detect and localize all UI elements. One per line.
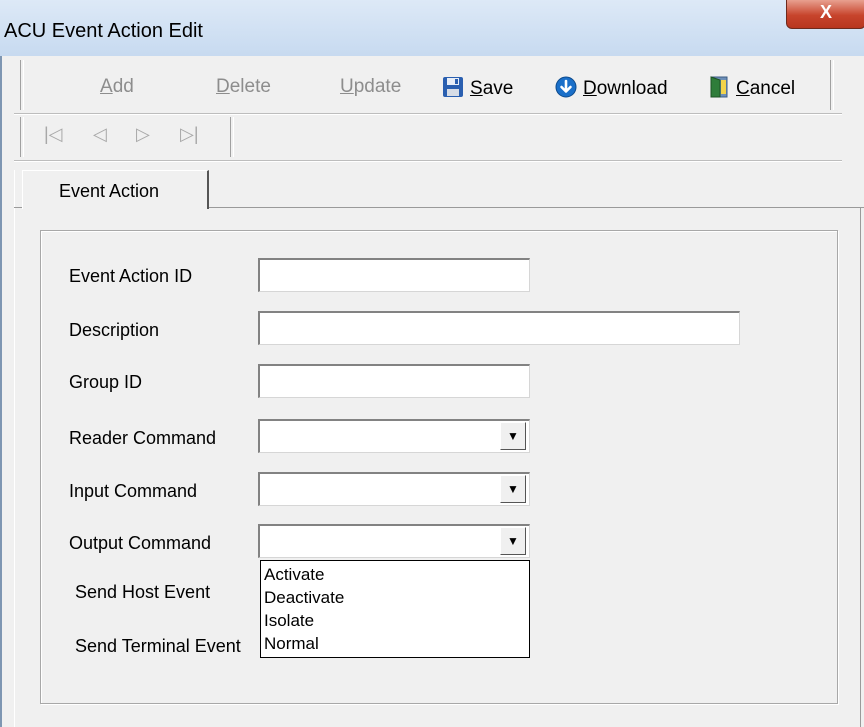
group-id-input[interactable] bbox=[258, 364, 530, 398]
toolbar-divider bbox=[14, 113, 842, 115]
event-action-id-input[interactable] bbox=[258, 258, 530, 292]
tab-event-action-label: Event Action bbox=[59, 181, 160, 201]
panel-right-edge bbox=[860, 207, 863, 727]
description-input[interactable] bbox=[258, 311, 740, 345]
nav-divider bbox=[14, 160, 842, 162]
dropdown-option-deactivate[interactable]: Deactivate bbox=[264, 588, 344, 608]
last-record-button[interactable]: ▷| bbox=[180, 124, 199, 145]
reader-command-label: Reader Command bbox=[69, 428, 217, 448]
input-command-dropdown-button[interactable]: ▼ bbox=[500, 475, 526, 503]
close-icon: X bbox=[819, 2, 832, 22]
reader-command-select[interactable] bbox=[258, 419, 530, 453]
chevron-down-icon: ▼ bbox=[507, 429, 519, 443]
tab-event-action[interactable]: Event Action bbox=[22, 170, 209, 209]
toolbar-separator bbox=[830, 60, 834, 110]
chevron-down-icon: ▼ bbox=[507, 534, 519, 548]
toolbar-grip bbox=[20, 60, 24, 110]
window-title: ACU Event Action Edit bbox=[4, 20, 203, 42]
nav-separator bbox=[230, 117, 234, 157]
update-button[interactable]: Update bbox=[340, 76, 401, 98]
chevron-down-icon: ▼ bbox=[507, 482, 519, 496]
cancel-button[interactable]: Cancel bbox=[708, 76, 795, 99]
door-exit-icon bbox=[708, 76, 730, 98]
output-command-label: Output Command bbox=[69, 533, 212, 553]
event-action-id-label: Event Action ID bbox=[69, 266, 193, 286]
first-record-button[interactable]: |◁ bbox=[44, 124, 63, 145]
input-command-label: Input Command bbox=[69, 481, 198, 501]
download-button[interactable]: Download bbox=[555, 76, 668, 99]
panel-left-edge bbox=[14, 170, 15, 727]
delete-button[interactable]: Delete bbox=[216, 76, 271, 98]
group-id-label: Group ID bbox=[69, 372, 143, 392]
add-button[interactable]: Add bbox=[100, 76, 134, 98]
dropdown-option-normal[interactable]: Normal bbox=[264, 634, 319, 654]
title-bar: ACU Event Action Edit X bbox=[0, 0, 864, 57]
next-record-button[interactable]: ▷ bbox=[136, 124, 150, 145]
output-command-select[interactable] bbox=[258, 524, 530, 558]
dropdown-option-isolate[interactable]: Isolate bbox=[264, 611, 314, 631]
output-command-dropdown-button[interactable]: ▼ bbox=[500, 527, 526, 555]
close-button[interactable]: X bbox=[786, 0, 864, 29]
save-button[interactable]: Save bbox=[442, 76, 513, 99]
send-terminal-event-label: Send Terminal Event bbox=[75, 636, 241, 656]
previous-record-button[interactable]: ◁ bbox=[93, 124, 107, 145]
input-command-select[interactable] bbox=[258, 472, 530, 506]
description-label: Description bbox=[69, 320, 160, 340]
output-command-dropdown-list: Activate Deactivate Isolate Normal bbox=[260, 560, 530, 658]
reader-command-dropdown-button[interactable]: ▼ bbox=[500, 422, 526, 450]
nav-grip bbox=[20, 117, 24, 157]
download-arrow-icon bbox=[555, 76, 577, 98]
send-host-event-label: Send Host Event bbox=[75, 582, 211, 602]
floppy-disk-icon bbox=[442, 76, 464, 98]
dropdown-option-activate[interactable]: Activate bbox=[264, 565, 324, 585]
